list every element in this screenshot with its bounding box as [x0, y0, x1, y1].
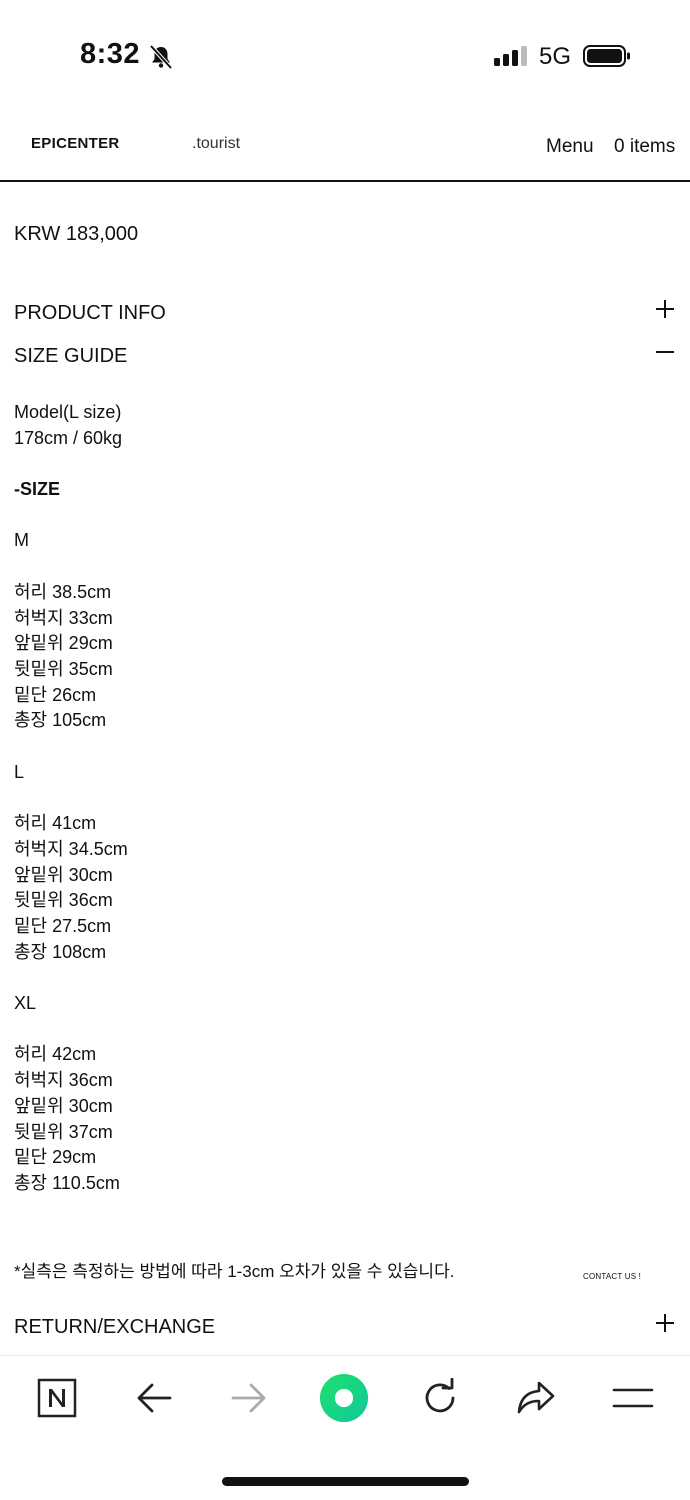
measure-row: 밑단 26cm [14, 684, 97, 705]
measure-row: 뒷밑위 36cm [14, 890, 113, 911]
measure-row: 총장 110.5cm [14, 1172, 120, 1193]
toolbar-divider [0, 1355, 690, 1356]
cart-button[interactable]: 0 items [614, 136, 675, 158]
back-arrow-icon[interactable] [129, 1372, 179, 1424]
size-name: XL [14, 993, 37, 1014]
contact-us-link[interactable]: CONTACT US ! [583, 1272, 641, 1281]
bell-slash-icon [148, 44, 174, 75]
model-info: Model(L size) [14, 402, 122, 422]
share-icon[interactable] [511, 1372, 561, 1424]
header-divider [0, 180, 690, 182]
minus-icon[interactable] [655, 342, 675, 362]
measure-row: 앞밑위 29cm [14, 633, 113, 654]
measure-row: 밑단 29cm [14, 1147, 97, 1168]
menu-button[interactable]: Menu [546, 136, 594, 158]
forward-arrow-icon[interactable] [224, 1372, 274, 1424]
measure-row: 앞밑위 30cm [14, 864, 113, 885]
plus-icon[interactable] [655, 1313, 675, 1333]
green-home-icon[interactable] [319, 1372, 369, 1424]
measure-row: 뒷밑위 37cm [14, 1121, 113, 1142]
measure-row: 허리 38.5cm [14, 581, 112, 602]
accordion-size-guide[interactable]: SIZE GUIDE [14, 345, 127, 368]
refresh-icon[interactable] [415, 1372, 465, 1424]
measure-row: 총장 105cm [14, 710, 107, 731]
measure-row: 총장 108cm [14, 941, 107, 962]
measure-row: 뒷밑위 35cm [14, 658, 113, 679]
accordion-return-exchange[interactable]: RETURN/EXCHANGE [14, 1316, 215, 1339]
status-time: 8:32 [80, 38, 141, 70]
measure-row: 허리 42cm [14, 1044, 97, 1065]
measure-row: 허벅지 34.5cm [14, 838, 128, 859]
brand-link[interactable]: .tourist [192, 135, 240, 153]
size-name: L [14, 761, 25, 782]
size-guide-content: Model(L size) 178cm / 60kg -SIZE M 허리 38… [14, 400, 614, 1197]
battery-icon [583, 44, 631, 73]
size-name: M [14, 530, 29, 551]
measurement-note: *실측은 측정하는 방법에 따라 1-3cm 오차가 있을 수 있습니다. [14, 1262, 455, 1281]
home-indicator[interactable] [222, 1477, 469, 1486]
menu-lines-icon[interactable] [608, 1372, 658, 1424]
measure-row: 허벅지 36cm [14, 1070, 113, 1091]
signal-bars-icon [494, 46, 527, 66]
model-measure: 178cm / 60kg [14, 427, 123, 448]
plus-icon[interactable] [655, 299, 675, 319]
measure-row: 앞밑위 30cm [14, 1095, 113, 1116]
size-heading: -SIZE [14, 479, 61, 500]
network-label: 5G [539, 43, 572, 70]
product-price: KRW 183,000 [14, 223, 139, 245]
naver-n-icon[interactable] [32, 1372, 82, 1424]
measure-row: 밑단 27.5cm [14, 915, 112, 936]
site-logo[interactable]: EPICENTER [31, 135, 120, 152]
accordion-product-info[interactable]: PRODUCT INFO [14, 302, 166, 325]
measure-row: 허리 41cm [14, 813, 97, 834]
measure-row: 허벅지 33cm [14, 607, 113, 628]
